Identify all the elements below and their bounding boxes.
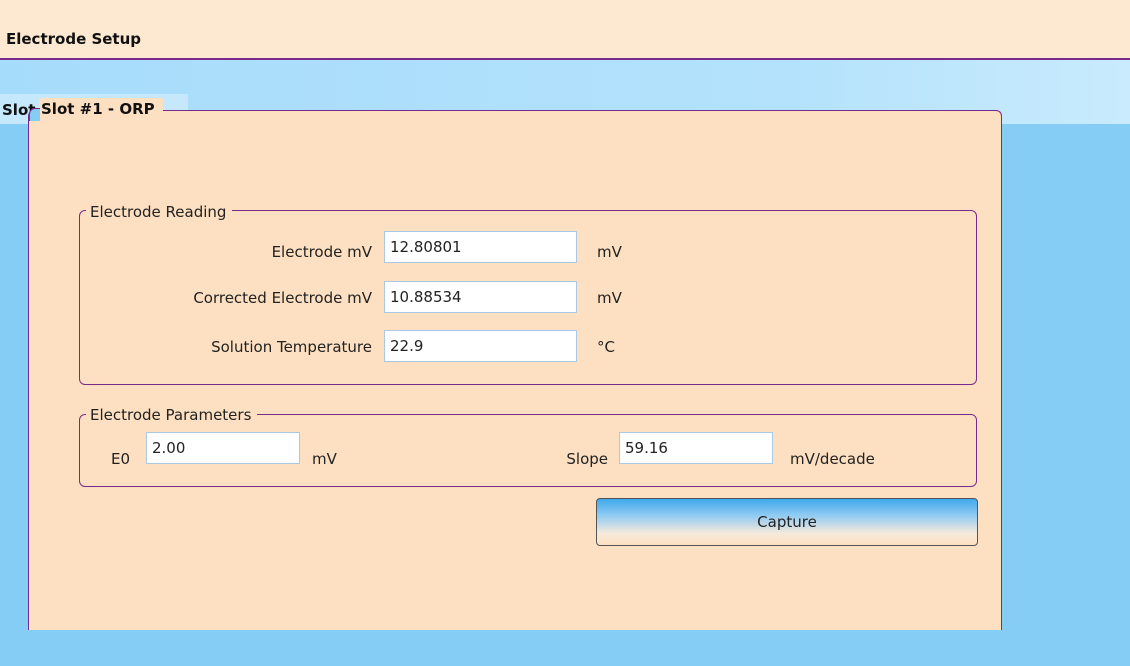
e0-label: E0 (110, 450, 130, 468)
corrected-electrode-mv-field[interactable] (384, 281, 577, 313)
slope-label: Slope (566, 450, 608, 468)
slope-unit: mV/decade (790, 450, 875, 468)
electrode-mv-label: Electrode mV (271, 243, 372, 261)
electrode-reading-title: Electrode Reading (86, 202, 233, 222)
e0-unit: mV (312, 450, 337, 468)
solution-temperature-unit: °C (597, 338, 615, 356)
window-title: Electrode Setup (6, 30, 142, 48)
slot-panel-title: Slot #1 - ORP (29, 98, 163, 121)
capture-button[interactable]: Capture (596, 498, 978, 546)
electrode-mv-unit: mV (597, 243, 622, 261)
slope-field[interactable] (619, 432, 773, 464)
corrected-electrode-mv-unit: mV (597, 289, 622, 307)
corrected-electrode-mv-label: Corrected Electrode mV (193, 289, 372, 307)
title-bar: Electrode Setup (0, 0, 1130, 60)
solution-temperature-label: Solution Temperature (211, 338, 372, 356)
electrode-parameters-title: Electrode Parameters (86, 405, 258, 425)
electrode-mv-field[interactable] (384, 231, 577, 263)
solution-temperature-field[interactable] (384, 330, 577, 362)
e0-field[interactable] (146, 432, 300, 464)
